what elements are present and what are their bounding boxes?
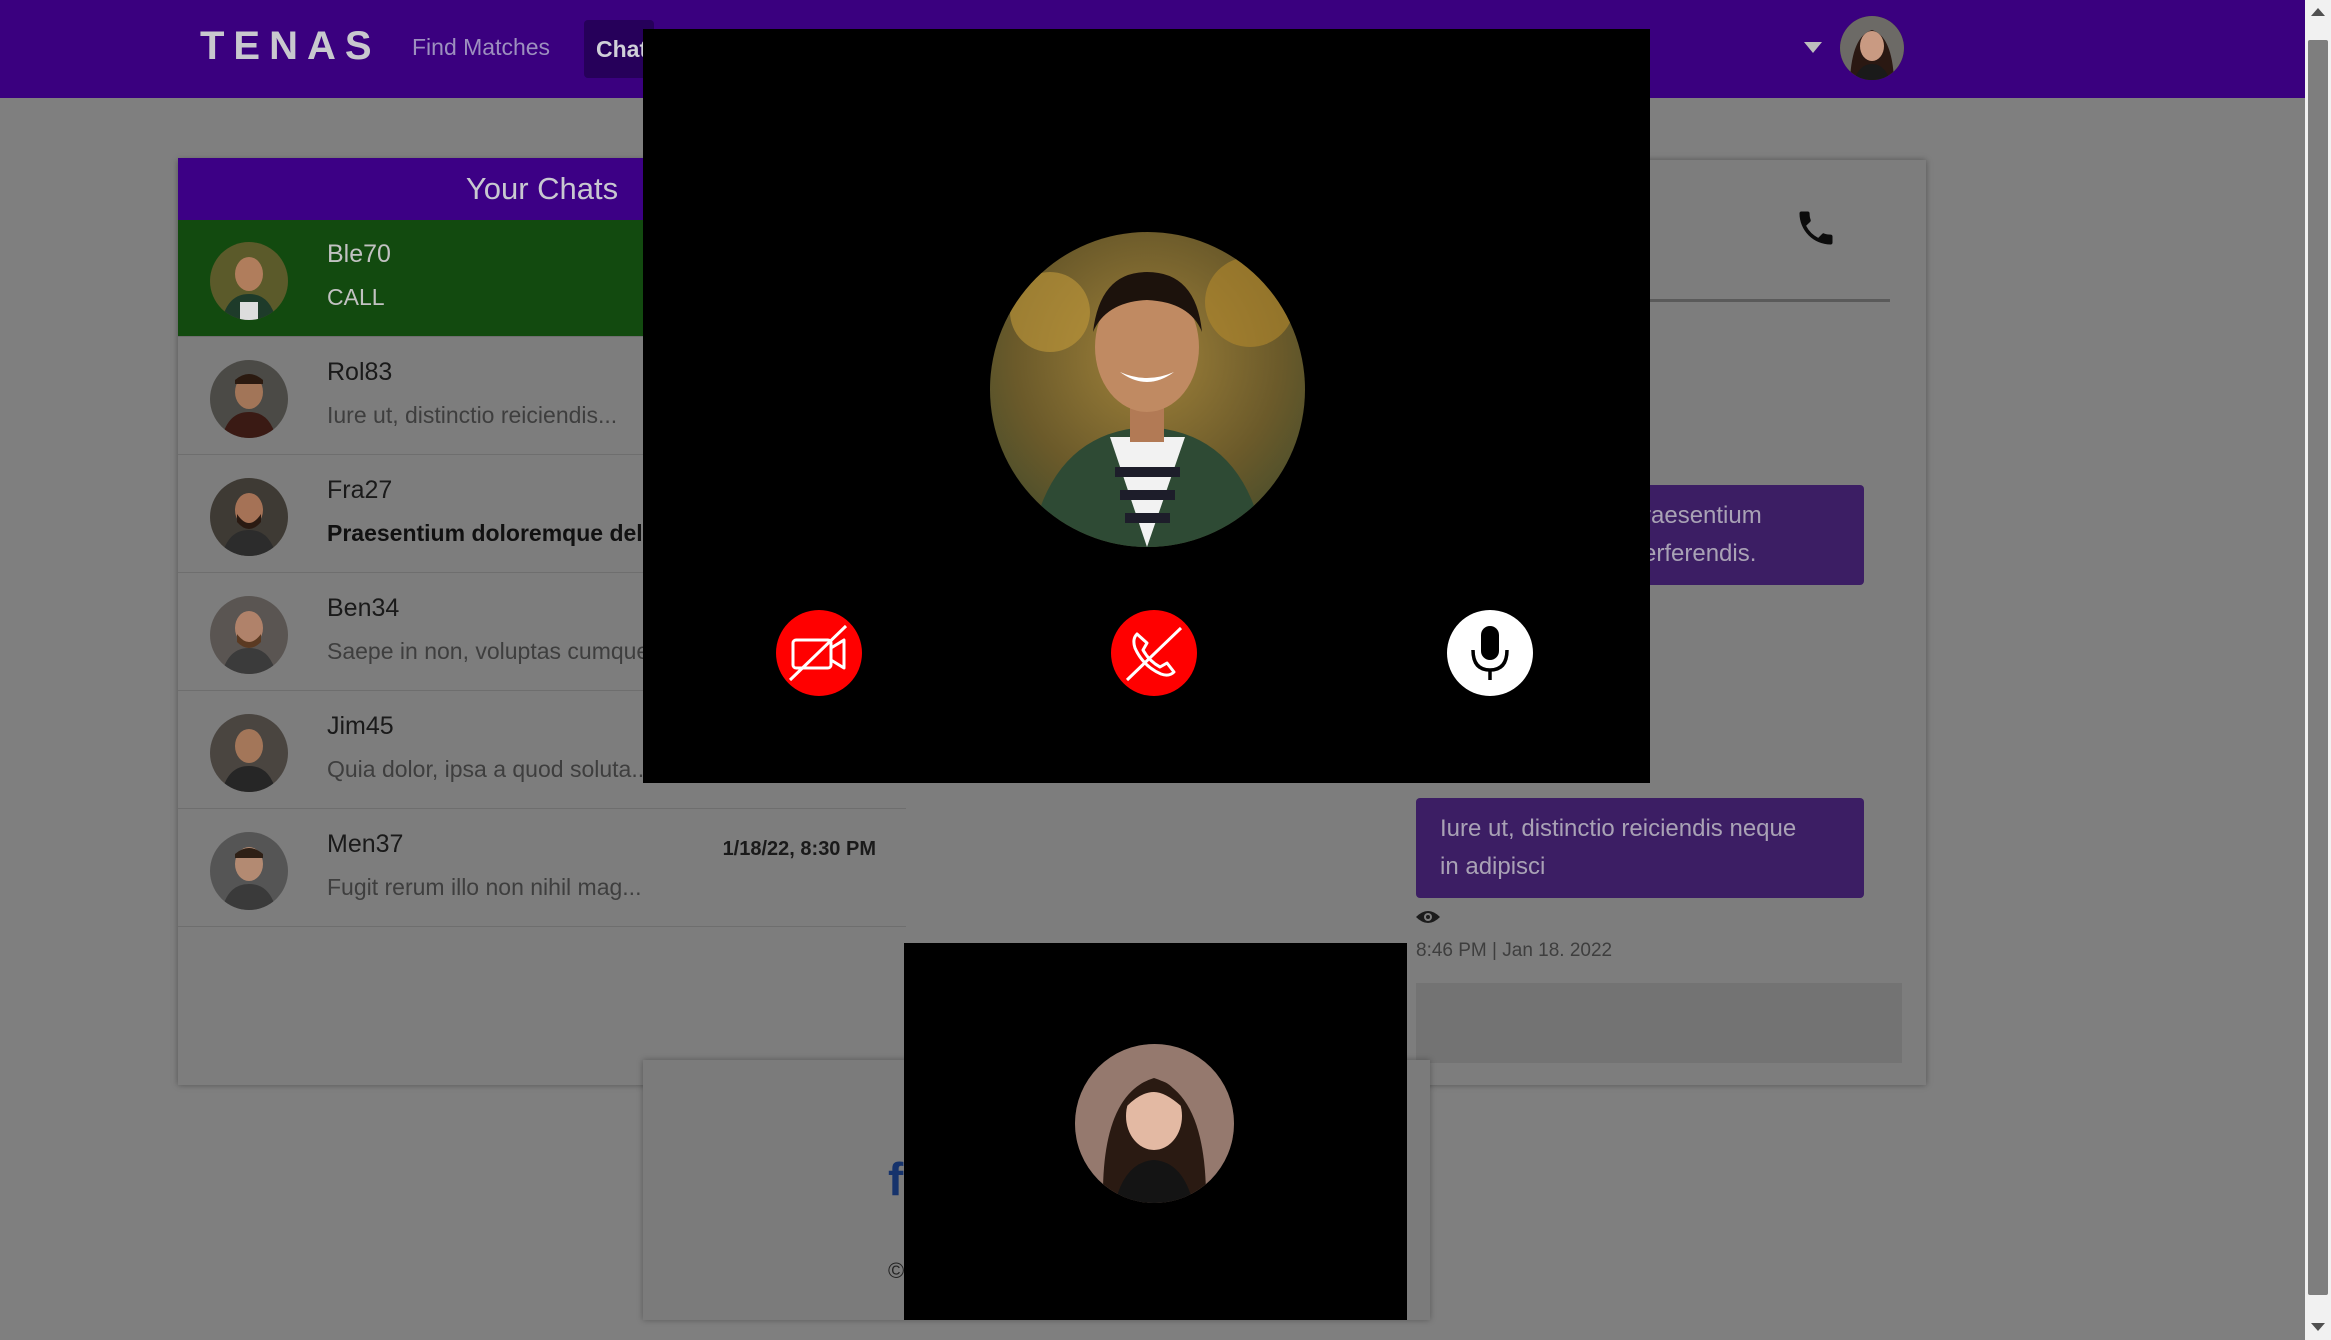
- contact-name: Jim45: [327, 712, 394, 740]
- contact-name: Ben34: [327, 594, 400, 622]
- scrollbar-thumb[interactable]: [2308, 40, 2328, 1295]
- message-preview-unread: Praesentium doloremque dele: [327, 520, 656, 546]
- message-preview: Iure ut, distinctio reiciendis...: [327, 402, 618, 428]
- microphone-button[interactable]: [1447, 610, 1533, 696]
- phone-icon[interactable]: [1794, 206, 1838, 250]
- scroll-down-arrow-icon[interactable]: [2311, 1323, 2325, 1331]
- video-off-icon: [776, 610, 862, 696]
- message-preview: Saepe in non, voluptas cumque: [327, 638, 650, 664]
- message-input[interactable]: [1416, 983, 1902, 1063]
- message-timestamp: 8:46 PM | Jan 18. 2022: [1416, 940, 1613, 961]
- message-text-line: raesentium: [1643, 502, 1762, 529]
- contact-avatar: [210, 832, 288, 910]
- chat-list-item[interactable]: Men37 Fugit rerum illo non nihil mag... …: [178, 810, 906, 927]
- contact-avatar: [210, 478, 288, 556]
- local-user-avatar: [1075, 1044, 1234, 1203]
- conversation-header-divider: [1644, 299, 1890, 302]
- profile-dropdown-caret-icon[interactable]: [1804, 42, 1822, 53]
- message-text-line: in adipisci: [1440, 853, 1546, 880]
- app-logo[interactable]: TENAS: [200, 24, 381, 69]
- message-text-line: Iure ut, distinctio reiciendis neque: [1440, 815, 1797, 842]
- contact-avatar: [210, 596, 288, 674]
- contact-avatar: [210, 714, 288, 792]
- message-preview: Fugit rerum illo non nihil mag...: [327, 874, 642, 900]
- user-avatar[interactable]: [1840, 16, 1904, 80]
- remote-caller-avatar: [990, 232, 1305, 547]
- nav-find-matches[interactable]: Find Matches: [412, 34, 550, 61]
- toggle-video-button[interactable]: [776, 610, 862, 696]
- message-preview: Quia dolor, ipsa a quod soluta...: [327, 756, 651, 782]
- eye-icon: [1415, 908, 1441, 931]
- copyright-text: ©: [888, 1258, 905, 1283]
- message-preview: CALL: [327, 284, 385, 310]
- message-text-line: erferendis.: [1643, 540, 1757, 567]
- microphone-icon: [1447, 610, 1533, 696]
- contact-name: Ble70: [327, 240, 391, 268]
- contact-name: Rol83: [327, 358, 393, 386]
- end-call-button[interactable]: [1111, 610, 1197, 696]
- phone-hangup-icon: [1111, 610, 1197, 696]
- message-bubble: raesentium erferendis.: [1619, 485, 1864, 585]
- scroll-up-arrow-icon[interactable]: [2311, 8, 2325, 16]
- facebook-icon[interactable]: f: [888, 1152, 903, 1206]
- contact-avatar: [210, 360, 288, 438]
- contact-name: Men37: [327, 830, 404, 858]
- contact-avatar: [210, 242, 288, 320]
- message-timestamp: 1/18/22, 8:30 PM: [722, 838, 876, 860]
- contact-name: Fra27: [327, 476, 393, 504]
- message-bubble: Iure ut, distinctio reiciendis neque in …: [1416, 798, 1864, 898]
